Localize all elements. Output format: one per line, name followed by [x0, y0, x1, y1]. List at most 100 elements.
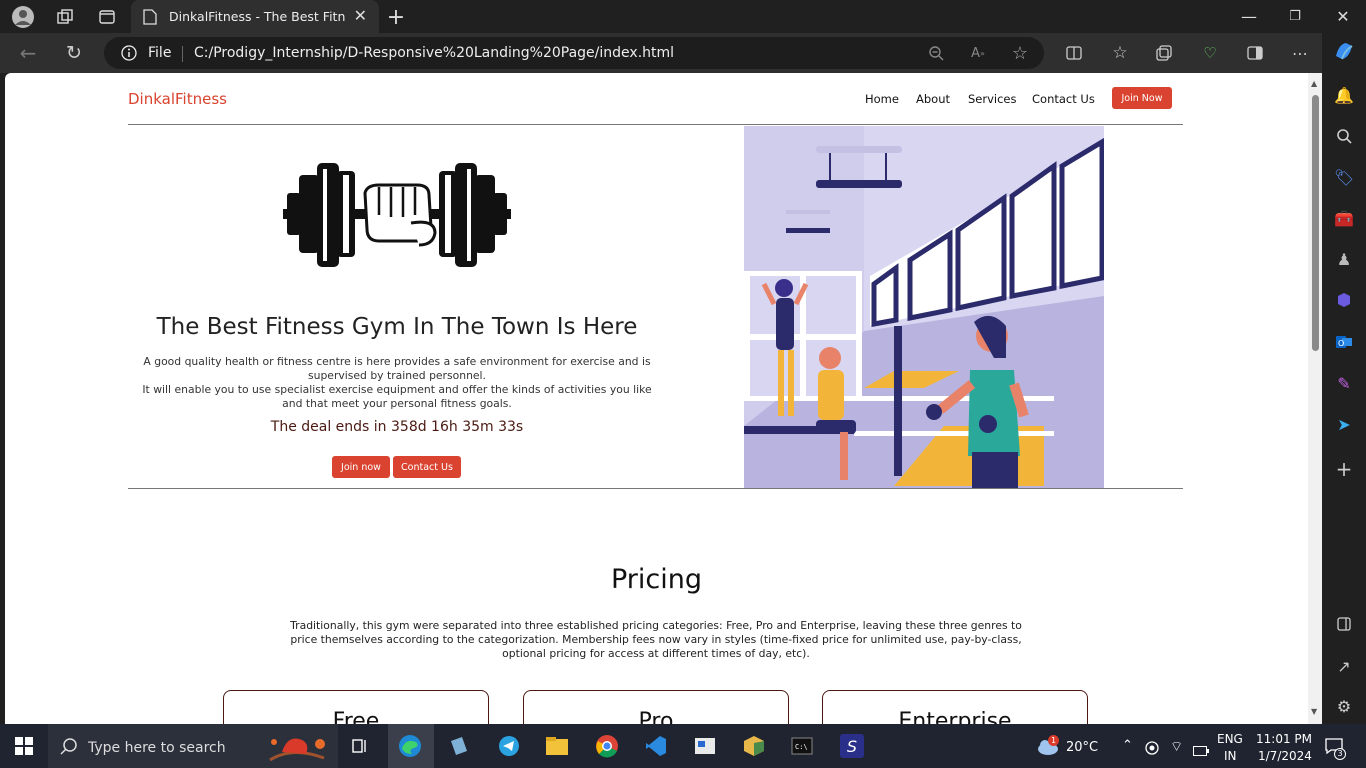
settings-gear-icon[interactable]: ⚙: [1333, 695, 1355, 717]
active-tab[interactable]: DinkalFitness - The Best Fitness G ✕: [131, 0, 379, 34]
tools-icon[interactable]: 🧰: [1333, 207, 1355, 229]
designer-icon[interactable]: ✎: [1333, 372, 1355, 394]
clock-time[interactable]: 11:01 PM: [1256, 732, 1312, 746]
profile-icon[interactable]: [10, 4, 36, 30]
split-screen-icon[interactable]: [1062, 41, 1086, 65]
nav-contact[interactable]: Contact Us: [1032, 92, 1095, 106]
gym-illustration: [744, 126, 1105, 488]
pricing-card-title: Free: [332, 709, 380, 724]
hero-description: A good quality health or fitness centre …: [135, 355, 659, 411]
nav-home[interactable]: Home: [865, 92, 899, 106]
new-tab-icon[interactable]: +: [383, 4, 409, 30]
performance-icon[interactable]: ♡: [1198, 41, 1222, 65]
hero-bottom-divider: [128, 488, 1183, 489]
more-options-icon[interactable]: ⋯: [1288, 41, 1312, 65]
add-sidebar-app-icon[interactable]: +: [1333, 457, 1355, 481]
external-link-icon[interactable]: ↗: [1333, 655, 1355, 677]
taskbar-search-box[interactable]: Type here to search: [48, 724, 338, 768]
edge-browser-icon[interactable]: [398, 734, 422, 758]
page-icon: [143, 9, 157, 29]
chrome-icon[interactable]: [595, 734, 619, 758]
terminal-icon[interactable]: C:\: [790, 734, 814, 758]
minimize-icon[interactable]: —: [1226, 0, 1272, 32]
browser-toolbar: ← ↻ File C:/Prodigy_Internship/D-Respons…: [0, 33, 1322, 73]
page-viewport: DinkalFitness Home About Services Contac…: [5, 73, 1322, 724]
site-brand[interactable]: DinkalFitness: [128, 90, 227, 108]
location-icon[interactable]: [1145, 740, 1159, 759]
pricing-card-enterprise[interactable]: Enterprise: [822, 690, 1088, 724]
wifi-icon[interactable]: ⌔: [1170, 738, 1183, 756]
microsoft365-icon[interactable]: [1333, 289, 1355, 311]
refresh-icon[interactable]: ↻: [62, 41, 86, 65]
file-explorer-icon[interactable]: [545, 734, 569, 758]
join-now-button[interactable]: Join now: [332, 456, 390, 478]
favorites-icon[interactable]: ☆: [1108, 41, 1132, 65]
telegram-icon[interactable]: [497, 734, 521, 758]
page-scrollbar[interactable]: ▲ ▼: [1308, 73, 1322, 724]
nav-services[interactable]: Services: [968, 92, 1017, 106]
games-icon[interactable]: ♟: [1333, 248, 1355, 270]
close-window-icon[interactable]: ✕: [1320, 0, 1366, 32]
windows-start-icon[interactable]: [12, 734, 36, 758]
pricing-card-pro[interactable]: Pro: [523, 690, 789, 724]
app-s-icon[interactable]: S: [840, 734, 864, 758]
scrollbar-thumb[interactable]: [1312, 95, 1319, 351]
search-highlight-bird-icon: [262, 730, 334, 768]
deal-countdown: The deal ends in 358d 16h 35m 33s: [270, 419, 524, 435]
scroll-down-icon[interactable]: ▼: [1311, 707, 1317, 716]
shopping-tag-icon[interactable]: 🏷: [1333, 166, 1355, 188]
scroll-up-icon[interactable]: ▲: [1311, 79, 1317, 88]
copilot-icon[interactable]: [1333, 40, 1355, 62]
pricing-card-title: Pro: [638, 709, 674, 724]
pricing-title: Pricing: [610, 564, 702, 595]
sidebar-toggle-icon[interactable]: [1243, 41, 1267, 65]
hero-description-line1: A good quality health or fitness centre …: [143, 355, 651, 382]
hero-title: The Best Fitness Gym In The Town Is Here: [156, 314, 638, 340]
taskbar-search-placeholder: Type here to search: [88, 740, 226, 756]
browser-title-bar: DinkalFitness - The Best Fitness G ✕ + —…: [0, 0, 1366, 34]
tab-actions-icon[interactable]: [94, 4, 120, 30]
info-icon[interactable]: [121, 45, 137, 65]
restore-icon[interactable]: ❐: [1272, 0, 1318, 32]
outlook-icon[interactable]: O: [1333, 331, 1355, 353]
pricing-card-free[interactable]: Free: [223, 690, 489, 724]
windows-taskbar: Type here to search C:\ S 1 20°C ⌃ ⌔ ENG…: [0, 724, 1366, 768]
address-bar[interactable]: File C:/Prodigy_Internship/D-Responsive%…: [104, 37, 1044, 69]
close-tab-icon[interactable]: ✕: [354, 6, 367, 25]
join-now-nav-button[interactable]: Join Now: [1112, 87, 1172, 109]
cube-app-icon[interactable]: [742, 734, 766, 758]
chevron-up-icon[interactable]: ⌃: [1122, 738, 1133, 753]
files-app-icon[interactable]: [447, 734, 471, 758]
notification-count: 3: [1334, 748, 1346, 760]
news-app-icon[interactable]: [693, 734, 717, 758]
dumbbell-fist-logo: [283, 157, 511, 276]
notifications-icon[interactable]: 🔔: [1333, 84, 1355, 106]
address-divider: [182, 46, 183, 62]
task-view-icon[interactable]: [348, 734, 372, 758]
contact-us-button[interactable]: Contact Us: [393, 456, 461, 478]
edge-sidebar: 🔔 🏷 🧰 ♟ O ✎ ➤ + ↗ ⚙: [1322, 33, 1366, 724]
vscode-icon[interactable]: [644, 734, 668, 758]
hide-sidebar-icon[interactable]: [1333, 613, 1355, 635]
read-aloud-icon[interactable]: A»: [966, 41, 990, 65]
workspaces-icon[interactable]: [52, 4, 78, 30]
svg-text:O: O: [1338, 339, 1344, 348]
clock-date[interactable]: 1/7/2024: [1258, 749, 1312, 763]
hero-description-line2: It will enable you to use specialist exe…: [142, 383, 652, 410]
url-text[interactable]: C:/Prodigy_Internship/D-Responsive%20Lan…: [194, 45, 674, 61]
zoom-icon[interactable]: [924, 41, 948, 65]
nav-about[interactable]: About: [916, 92, 950, 106]
back-icon[interactable]: ←: [16, 41, 40, 65]
collections-icon[interactable]: [1152, 41, 1176, 65]
pricing-card-title: Enterprise: [898, 709, 1012, 724]
language-line2[interactable]: IN: [1224, 749, 1237, 763]
search-icon[interactable]: [1333, 125, 1355, 147]
battery-icon[interactable]: [1193, 741, 1209, 760]
favorite-star-icon[interactable]: ☆: [1008, 41, 1032, 65]
svg-text:C:\: C:\: [795, 743, 808, 751]
file-label: File: [148, 45, 172, 61]
weather-temp[interactable]: 20°C: [1066, 740, 1098, 755]
tab-title: DinkalFitness - The Best Fitness G: [169, 9, 345, 24]
language-line1[interactable]: ENG: [1217, 732, 1243, 746]
send-icon[interactable]: ➤: [1333, 413, 1355, 435]
